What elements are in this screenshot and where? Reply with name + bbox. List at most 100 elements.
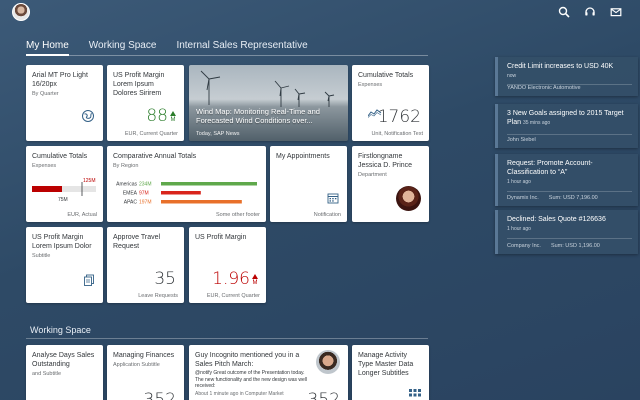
tile-arial[interactable]: Arial MT Pro Light 16/20px By Quarter [26, 65, 103, 141]
tile-title: Cumulative Totals [358, 72, 414, 79]
mention-avatar [316, 350, 340, 374]
comparison-row-label: EMEA [123, 191, 138, 197]
tile-manage-activity-type[interactable]: Manage Activity Type Master Data Longer … [352, 345, 429, 400]
kpi-value-group: 35 [154, 271, 176, 288]
notification-divider [507, 191, 632, 192]
contact-name: Jessica D. Prince [358, 162, 413, 169]
notification-item[interactable]: Request: Promote Account-Classification … [495, 154, 638, 206]
actual-label: 75M [58, 197, 68, 203]
tile-subtitle: Expenses [358, 82, 383, 88]
tile-title: Manage Activity Type Master Data Longer … [358, 352, 414, 377]
tile-title: Approve Travel Request [113, 234, 161, 250]
tile-subtitle: By Region [113, 163, 139, 169]
mention-footer: About 1 minute ago in Computer Market [195, 391, 284, 397]
tile-cumulative-totals-1[interactable]: Cumulative Totals Expenses 1762 Unit, Not… [352, 65, 429, 141]
notification-source: YANDO Electronic Automotive [507, 85, 581, 91]
notification-source: Company Inc. [507, 243, 541, 249]
tile-mention-feed[interactable]: Guy Incognito mentioned you in a Sales P… [189, 345, 348, 400]
mail-icon[interactable] [608, 4, 624, 20]
trend-up-icon [170, 111, 176, 116]
tile-footer: Notification [313, 212, 341, 218]
tab-divider [26, 55, 428, 56]
kpi-value-group: 352 [308, 392, 340, 400]
comparison-row-value: 197M [139, 200, 152, 206]
kpi-value: 88 [146, 106, 168, 126]
kpi-value-group: 88 M [146, 108, 176, 125]
tile-footer: EUR, Current Quarter [206, 293, 260, 299]
kpi-value-group: 352 [144, 392, 176, 400]
notification-amount: Sum: USD 1,196.00 [550, 243, 600, 249]
contact-first-name: Firstlongname [358, 153, 403, 160]
notification-source: John Siebel [507, 137, 536, 143]
kpi-value-group: 1762 [378, 109, 421, 126]
mention-title: Guy Incognito mentioned you in a Sales P… [195, 352, 300, 368]
kpi-value: 352 [307, 390, 340, 400]
kpi-value-group: 1.96 M [212, 271, 258, 288]
tile-title: Comparative Annual Totals [113, 153, 197, 160]
search-icon[interactable] [556, 4, 572, 20]
tile-analyse-days-sales[interactable]: Analyse Days Sales Outstanding and Subtit… [26, 345, 103, 400]
kpi-value: 352 [143, 390, 176, 400]
comparison-row-label: APAC [124, 200, 138, 206]
tile-title: US Profit Margin Lorem Ipsum Dolores Sir… [113, 72, 165, 97]
comparison-row-label: Americas [116, 182, 137, 188]
bullet-actual-bar [32, 186, 62, 192]
tile-managing-finances[interactable]: Managing Finances Application Subtitle 35… [107, 345, 184, 400]
tile-cumulative-totals-2[interactable]: Cumulative Totals Expenses 125M 75M EUR, … [26, 146, 103, 222]
tile-contact[interactable]: Firstlongname Jessica D. Prince Department [352, 146, 429, 222]
contact-department: Department [358, 172, 387, 178]
tile-my-appointments[interactable]: My Appointments Notification [270, 146, 347, 222]
tile-footer: EUR, Actual [67, 212, 97, 218]
notification-divider [507, 134, 632, 135]
notification-time: now [507, 73, 517, 79]
kpi-value: 35 [154, 269, 176, 289]
notification-time: 1 hour ago [507, 226, 531, 232]
tile-news[interactable]: Wind Map: Monitoring Real-Time and Forec… [189, 65, 348, 141]
user-avatar[interactable] [12, 3, 30, 21]
documents-icon [84, 274, 94, 286]
tile-subtitle: Application Subtitle [113, 362, 160, 368]
tile-subtitle: Subtitle [32, 253, 51, 259]
mention-body: @notify Great outcome of the Presentatio… [195, 370, 308, 389]
tile-title: Arial MT Pro Light 16/20px [32, 72, 88, 88]
notification-item[interactable]: Credit Limit increases to USD 40K now YAN… [495, 57, 638, 96]
target-label: 125M [83, 178, 96, 184]
section-divider [26, 338, 428, 339]
tile-title: Managing Finances [113, 352, 175, 359]
tile-comparative-annual-totals[interactable]: Comparative Annual Totals By Region Ameri… [107, 146, 266, 222]
contact-avatar [396, 186, 421, 211]
kpi-unit: M [170, 117, 176, 123]
news-footer: Today, SAP News [196, 131, 240, 137]
comparison-row-value: 97M [139, 191, 149, 197]
tile-us-profit-margin-3[interactable]: US Profit Margin 1.96 M EUR, Current Qua… [189, 227, 266, 303]
section-title-working-space: Working Space [30, 325, 91, 335]
comparison-bar [161, 200, 242, 204]
globe-icon [82, 110, 94, 122]
tile-title: Cumulative Totals [32, 153, 88, 160]
notification-time: 1 hour ago [507, 179, 531, 185]
notification-title: Credit Limit increases to USD 40K [507, 63, 614, 70]
tile-us-profit-margin-1[interactable]: US Profit Margin Lorem Ipsum Dolores Sir… [107, 65, 184, 141]
wind-turbines-image [200, 70, 335, 107]
headset-icon[interactable] [582, 4, 598, 20]
comparison-row-value: 234M [139, 182, 152, 188]
tile-approve-travel-request[interactable]: Approve Travel Request 35 Leave Requests [107, 227, 184, 303]
kpi-value: 1762 [377, 107, 421, 127]
notification-item[interactable]: 3 New Goals assigned to 2015 Target Plan… [495, 104, 638, 148]
tile-footer: Unit, Notification Text [371, 131, 423, 137]
notification-item[interactable]: Declined: Sales Quote #126636 1 hour ago … [495, 210, 638, 254]
grid-icon [409, 389, 421, 397]
tile-title: US Profit Margin [195, 234, 247, 241]
trend-up-icon [252, 274, 258, 279]
tile-title: Analyse Days Sales Outstanding [32, 352, 95, 368]
calendar-icon [327, 193, 339, 204]
bullet-chart: 125M 75M [32, 178, 96, 203]
notification-source: Dynamix Inc. [507, 195, 539, 201]
tile-us-profit-margin-2[interactable]: US Profit Margin Lorem Ipsum Dolor Subtit… [26, 227, 103, 303]
tile-title: US Profit Margin Lorem Ipsum Dolor [32, 234, 92, 250]
comparison-bar [161, 191, 201, 195]
notification-title: Request: Promote Account-Classification … [507, 160, 593, 176]
notification-time: 35 mins ago [522, 120, 551, 126]
kpi-value: 1.96 [212, 269, 250, 289]
comparison-chart: Americas 234MEMEA 97MAPAC 197M [116, 182, 257, 206]
